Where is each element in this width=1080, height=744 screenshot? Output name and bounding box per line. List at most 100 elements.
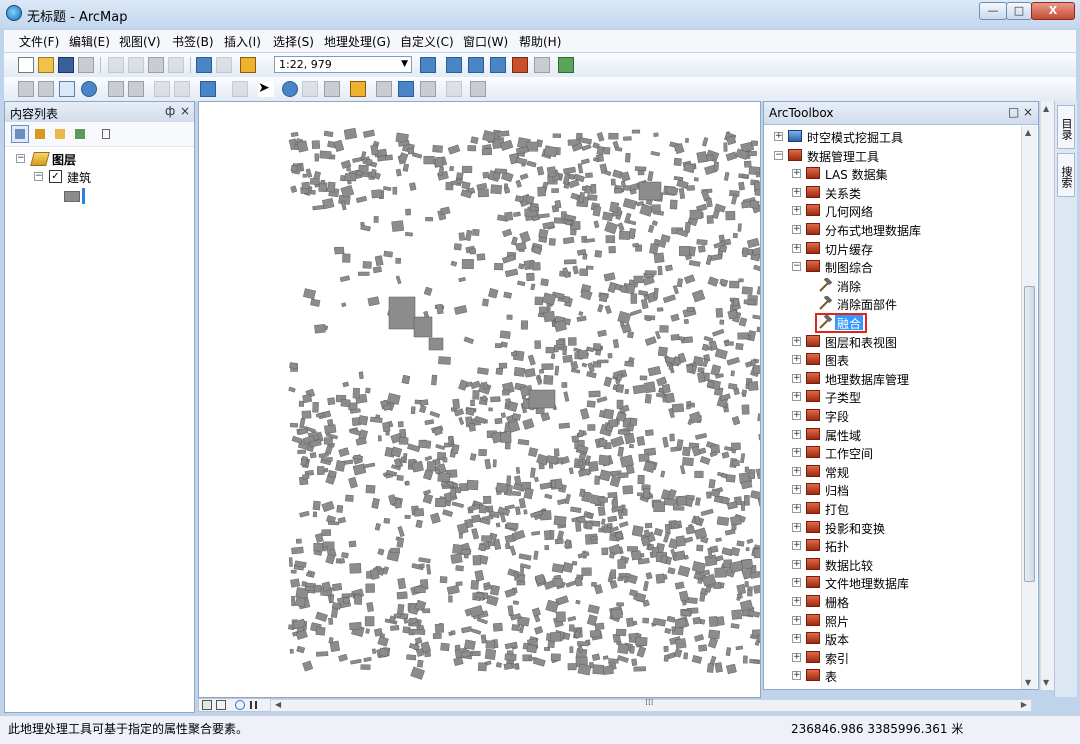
building-polygon[interactable] [603,376,613,387]
building-polygon[interactable] [564,493,571,505]
building-polygon[interactable] [466,479,479,491]
building-polygon[interactable] [490,184,503,195]
building-polygon[interactable] [627,546,639,552]
building-polygon[interactable] [309,452,317,459]
building-polygon[interactable] [442,457,448,463]
building-polygon[interactable] [478,505,487,514]
building-polygon[interactable] [518,553,532,561]
building-polygon[interactable] [563,166,576,175]
building-polygon[interactable] [615,383,625,393]
building-polygon[interactable] [340,175,346,182]
building-polygon[interactable] [650,150,661,157]
building-polygon[interactable] [571,435,580,443]
building-polygon[interactable] [608,658,619,664]
building-polygon[interactable] [540,278,549,287]
collapse-layer-expander[interactable]: − [34,172,43,181]
chevron-down-icon[interactable]: ▼ [401,57,408,72]
building-polygon[interactable] [409,182,417,191]
building-polygon[interactable] [513,211,521,217]
building-polygon[interactable] [338,447,350,458]
editor-toolbar-icon[interactable] [420,57,436,73]
building-polygon[interactable] [450,553,463,564]
building-polygon[interactable] [333,139,345,152]
building-polygon[interactable] [505,543,511,550]
building-polygon[interactable] [592,142,600,149]
tree-expander[interactable]: + [792,671,801,681]
undo-icon[interactable] [196,57,212,73]
building-polygon[interactable] [586,194,598,201]
layer-visibility-checkbox[interactable]: ✓ [49,170,62,183]
building-polygon[interactable] [340,398,351,408]
toolbox-tree-item[interactable]: + 数据比较 [764,555,1014,573]
list-by-visibility-icon[interactable] [51,125,69,143]
building-polygon[interactable] [363,656,372,663]
building-polygon[interactable] [537,213,550,219]
building-polygon[interactable] [657,265,663,276]
new-document-icon[interactable] [18,57,34,73]
polygon-symbol-swatch[interactable] [64,191,80,202]
building-polygon[interactable] [478,543,487,552]
building-polygon[interactable] [608,132,619,140]
building-polygon[interactable] [673,176,684,181]
building-polygon[interactable] [440,206,451,216]
redo-icon[interactable] [216,57,232,73]
building-polygon[interactable] [594,622,605,631]
building-polygon[interactable] [657,346,668,357]
building-polygon[interactable] [519,173,529,181]
building-polygon[interactable] [601,518,606,525]
building-polygon[interactable] [700,508,714,517]
building-polygon[interactable] [476,617,488,625]
building-polygon[interactable] [531,607,541,617]
building-polygon[interactable] [313,542,324,552]
building-polygon[interactable] [629,645,635,654]
building-polygon[interactable] [553,448,560,457]
building-polygon[interactable] [602,665,614,675]
building-polygon[interactable] [490,584,500,596]
building-polygon[interactable] [579,268,589,276]
building-polygon[interactable] [693,177,699,182]
go-to-xy-icon[interactable] [420,81,436,97]
building-polygon[interactable] [327,419,334,427]
building-polygon[interactable] [543,530,552,541]
building-polygon[interactable] [597,329,607,338]
building-polygon[interactable] [349,621,362,631]
building-polygon[interactable] [551,563,565,574]
building-polygon[interactable] [725,211,736,221]
building-polygon[interactable] [624,388,630,395]
building-polygon[interactable] [631,129,641,134]
building-polygon[interactable] [476,182,488,190]
building-polygon[interactable] [576,315,587,322]
building-polygon[interactable] [435,444,446,451]
building-polygon[interactable] [644,270,657,276]
building-polygon[interactable] [730,623,740,629]
building-polygon[interactable] [653,501,665,512]
building-polygon[interactable] [534,626,544,635]
forward-arrow-icon[interactable] [174,81,190,97]
building-polygon[interactable] [348,540,357,548]
building-polygon[interactable] [645,572,653,580]
building-polygon[interactable] [294,596,307,608]
building-polygon[interactable] [672,506,685,511]
building-polygon[interactable] [663,645,669,652]
building-polygon[interactable] [732,460,740,467]
building-polygon[interactable] [534,296,544,306]
toolbox-tree-item[interactable]: 融合 [764,313,1014,333]
building-polygon[interactable] [460,549,471,555]
building-polygon[interactable] [609,580,618,590]
building-polygon[interactable] [447,144,461,155]
building-polygon[interactable] [741,559,754,570]
building-polygon[interactable] [746,237,760,249]
building-polygon[interactable] [730,370,735,377]
building-polygon[interactable] [515,241,527,251]
building-polygon[interactable] [495,482,509,493]
building-polygon[interactable] [749,200,760,209]
building-polygon[interactable] [753,264,761,273]
building-polygon[interactable] [360,224,371,232]
building-polygon[interactable] [616,399,624,409]
building-polygon[interactable] [298,400,305,407]
toolbox-tree-item[interactable]: + 索引 [764,648,1014,666]
building-polygon[interactable] [683,652,689,660]
fixed-zoom-in-icon[interactable] [108,81,124,97]
building-polygon[interactable] [495,522,501,528]
toolbox-tree-item[interactable]: + 时空模式挖掘工具 [764,127,1014,145]
